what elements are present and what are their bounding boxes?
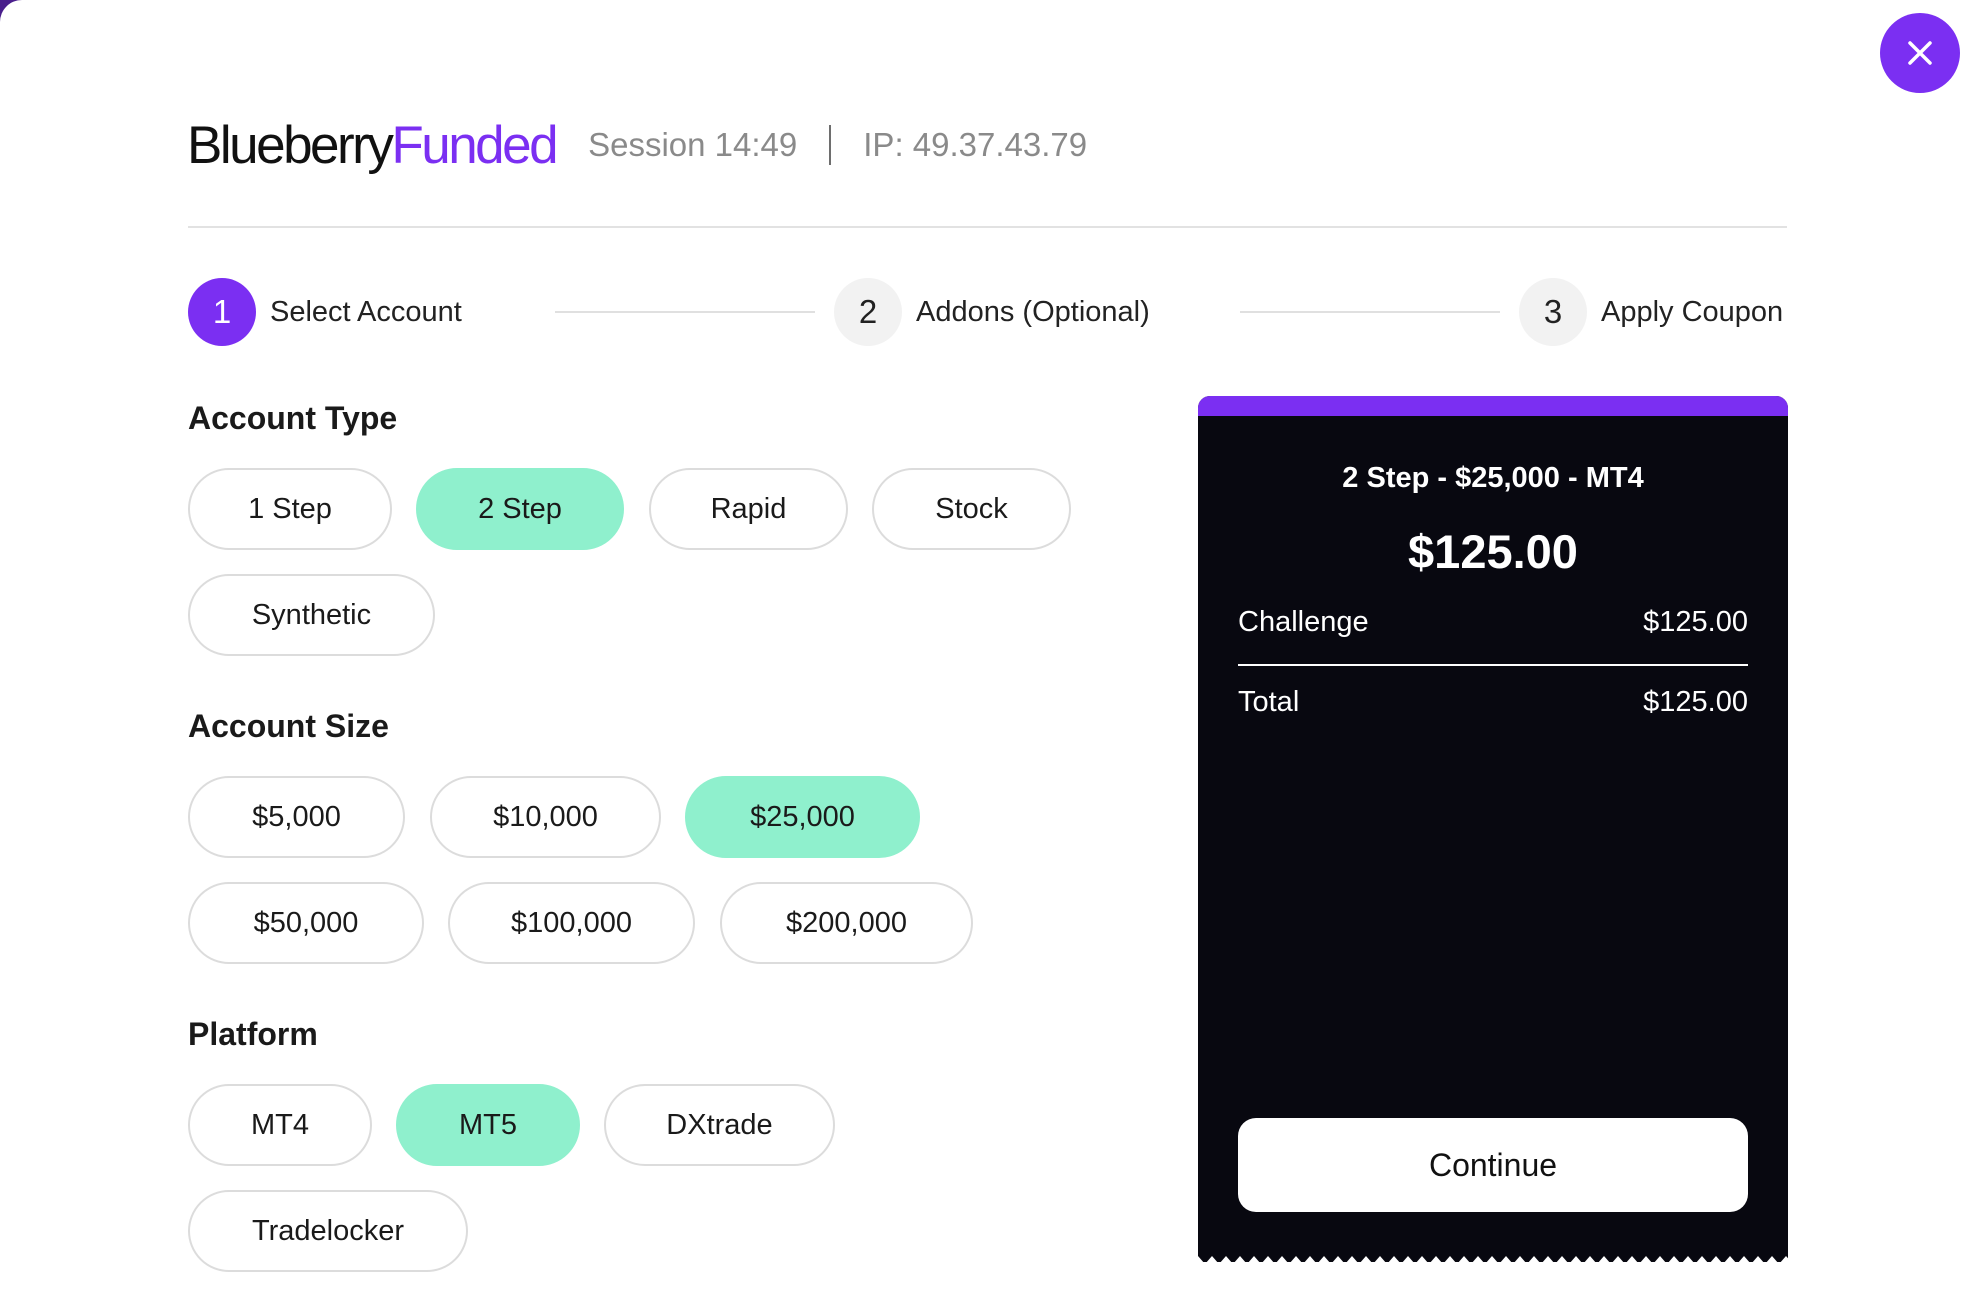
summary-accent-bar bbox=[1198, 396, 1788, 416]
account-size-200000[interactable]: $200,000 bbox=[720, 882, 973, 964]
challenge-label: Challenge bbox=[1238, 606, 1369, 638]
total-value: $125.00 bbox=[1643, 686, 1748, 718]
step-number: 2 bbox=[834, 278, 902, 346]
logo: Blueberry Funded bbox=[187, 115, 559, 176]
checkout-modal: Blueberry Funded Session 14:49 IP: 49.37.… bbox=[0, 0, 1976, 1304]
header: Blueberry Funded Session 14:49 IP: 49.37.… bbox=[187, 110, 1087, 180]
account-size-5000[interactable]: $5,000 bbox=[188, 776, 405, 858]
challenge-row: Challenge $125.00 bbox=[1238, 606, 1748, 639]
platform-tradelocker[interactable]: Tradelocker bbox=[188, 1190, 468, 1272]
total-row: Total $125.00 bbox=[1238, 686, 1748, 719]
summary-price: $125.00 bbox=[1408, 525, 1578, 578]
account-type-2-step[interactable]: 2 Step bbox=[416, 468, 624, 550]
platform-mt4[interactable]: MT4 bbox=[188, 1084, 372, 1166]
challenge-value: $125.00 bbox=[1643, 606, 1748, 638]
ip-address: IP: 49.37.43.79 bbox=[863, 126, 1088, 163]
step-label: Select Account bbox=[270, 295, 462, 328]
account-size-50000[interactable]: $50,000 bbox=[188, 882, 424, 964]
continue-button[interactable]: Continue bbox=[1238, 1118, 1748, 1212]
account-type-title: Account Type bbox=[188, 400, 398, 436]
step-label: Addons (Optional) bbox=[916, 295, 1150, 328]
platform-mt5[interactable]: MT5 bbox=[396, 1084, 580, 1166]
logo-text-funded: Funded bbox=[391, 115, 558, 175]
account-type-synthetic[interactable]: Synthetic bbox=[188, 574, 435, 656]
close-icon bbox=[1908, 41, 1932, 65]
account-type-rapid[interactable]: Rapid bbox=[649, 468, 848, 550]
account-size-10000[interactable]: $10,000 bbox=[430, 776, 661, 858]
header-separator bbox=[829, 125, 832, 165]
step-apply-coupon[interactable]: 3 Apply Coupon bbox=[1519, 278, 1783, 346]
account-size-100000[interactable]: $100,000 bbox=[448, 882, 695, 964]
account-size-title: Account Size bbox=[188, 708, 389, 744]
platform-title: Platform bbox=[188, 1016, 318, 1052]
receipt-zigzag-edge bbox=[1198, 1256, 1788, 1262]
step-number: 1 bbox=[188, 278, 256, 346]
summary-title: 2 Step - $25,000 - MT4 bbox=[1342, 462, 1644, 494]
step-label: Apply Coupon bbox=[1601, 295, 1784, 328]
total-label: Total bbox=[1238, 686, 1300, 718]
step-connector bbox=[555, 311, 815, 313]
account-type-stock[interactable]: Stock bbox=[872, 468, 1071, 550]
summary-divider bbox=[1238, 664, 1748, 666]
step-connector bbox=[1240, 311, 1500, 313]
logo-text-blueberry: Blueberry bbox=[187, 115, 394, 175]
account-size-25000[interactable]: $25,000 bbox=[685, 776, 920, 858]
header-divider bbox=[188, 226, 1787, 228]
step-number: 3 bbox=[1519, 278, 1587, 346]
close-button[interactable] bbox=[1880, 13, 1960, 93]
step-addons[interactable]: 2 Addons (Optional) bbox=[834, 278, 1150, 346]
platform-dxtrade[interactable]: DXtrade bbox=[604, 1084, 835, 1166]
session-timer: Session 14:49 bbox=[588, 126, 798, 163]
order-summary: 2 Step - $25,000 - MT4 $125.00 Challenge… bbox=[1198, 396, 1788, 1262]
account-type-1-step[interactable]: 1 Step bbox=[188, 468, 392, 550]
step-select-account[interactable]: 1 Select Account bbox=[188, 278, 462, 346]
